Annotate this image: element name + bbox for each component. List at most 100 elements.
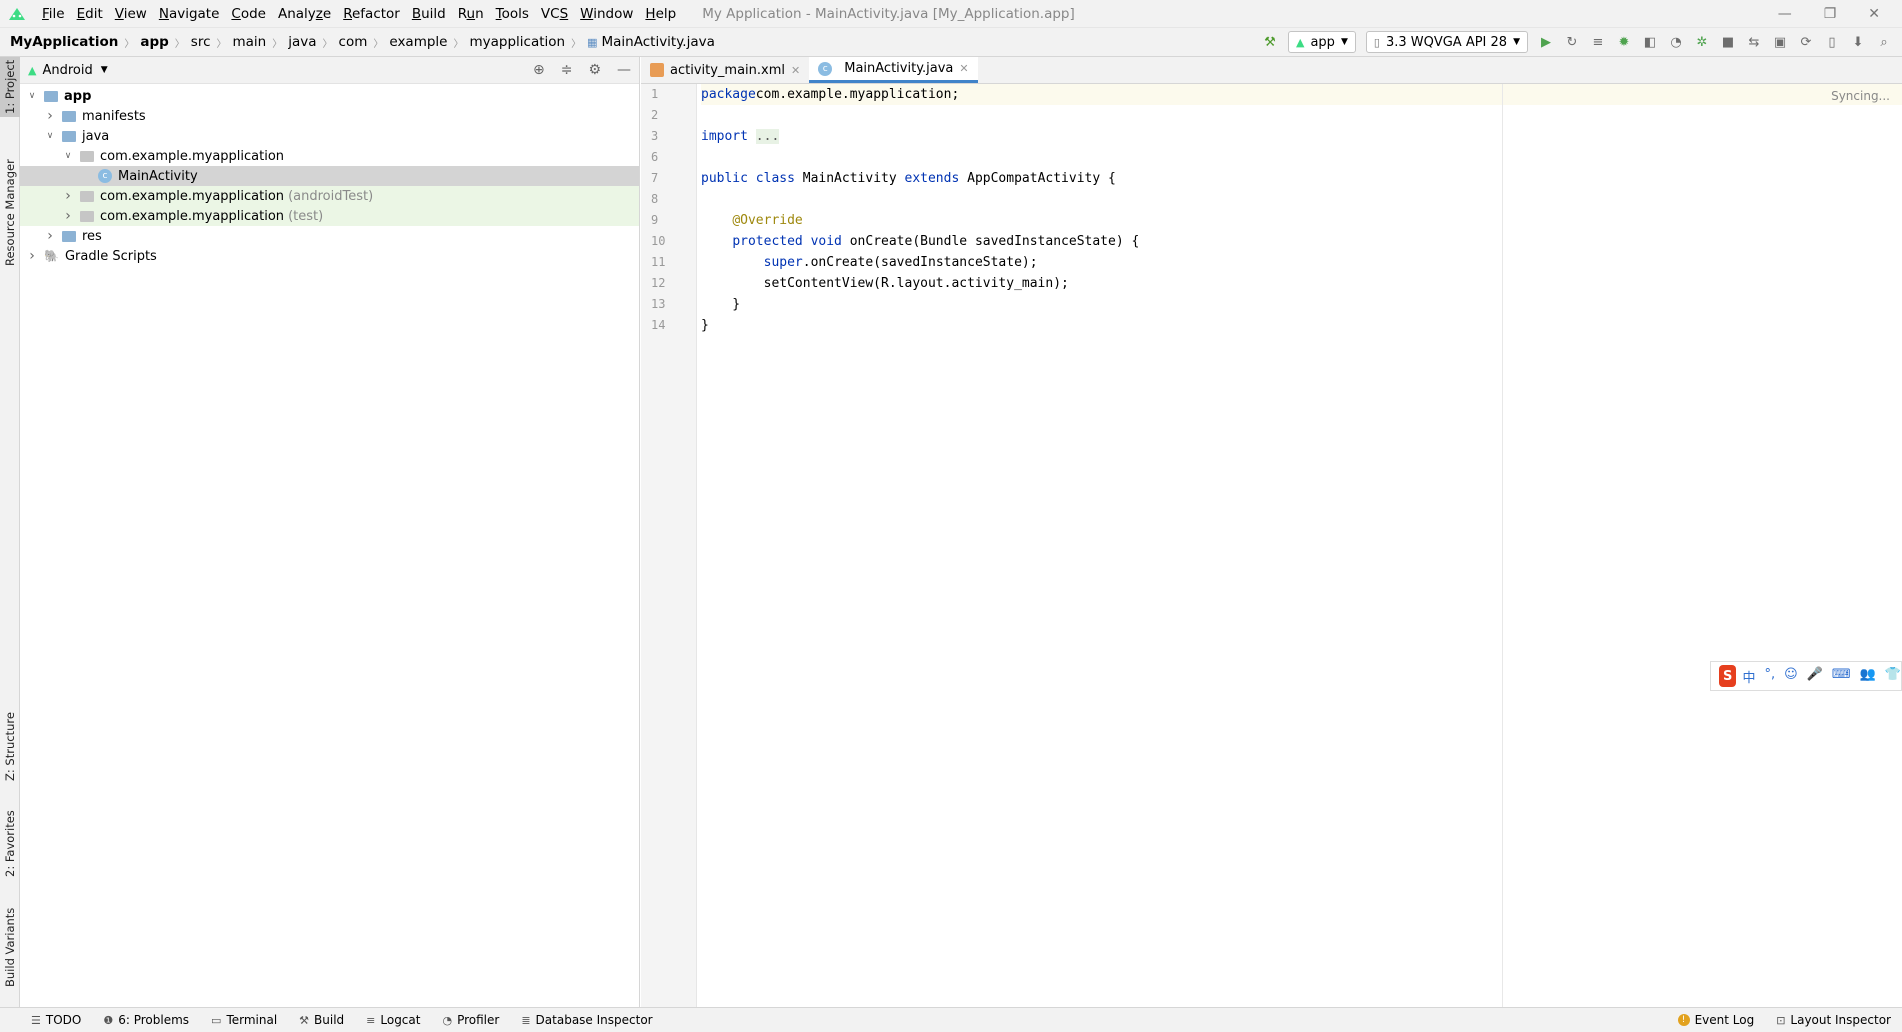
menu-build[interactable]: Build	[406, 6, 452, 22]
code-line[interactable]: super.onCreate(savedInstanceState);	[701, 252, 1902, 273]
menu-help[interactable]: Help	[639, 6, 682, 22]
chevron-right-icon[interactable]: ›	[62, 208, 74, 224]
avd-manager-icon[interactable]: ▯	[1824, 34, 1840, 50]
gradle-sync-icon[interactable]: ⟳	[1798, 34, 1814, 50]
tool-tab[interactable]: ⚒ Build	[288, 1013, 355, 1027]
editor-tab[interactable]: activity_main.xml ✕	[641, 57, 809, 83]
ime-item[interactable]: °,	[1764, 667, 1775, 686]
tree-item[interactable]: › com.example.myapplication (test)	[20, 206, 639, 226]
locate-icon[interactable]: ⊕	[533, 62, 545, 78]
debug-icon[interactable]: ✹	[1616, 34, 1632, 50]
breadcrumb-item[interactable]: main	[233, 34, 267, 50]
chevron-right-icon[interactable]: ›	[44, 108, 56, 124]
breadcrumb-item[interactable]: MyApplication	[10, 34, 118, 50]
chevron-down-icon[interactable]: ∨	[44, 131, 56, 141]
tree-item[interactable]: › 🐘 Gradle Scripts	[20, 246, 639, 266]
menu-vcs[interactable]: VCS	[535, 6, 574, 22]
close-tab-icon[interactable]: ✕	[791, 64, 800, 77]
search-everywhere-icon[interactable]: ⌕	[1876, 34, 1892, 50]
code-line[interactable]: public class MainActivity extends AppCom…	[701, 168, 1902, 189]
close-tab-icon[interactable]: ✕	[959, 62, 968, 75]
menu-navigate[interactable]: Navigate	[153, 6, 226, 22]
tool-tab[interactable]: ! Event Log	[1667, 1013, 1766, 1027]
tab-build-variants[interactable]: Build Variants	[0, 897, 20, 997]
apply-changes-icon[interactable]: ↻	[1564, 34, 1580, 50]
make-project-hammer-icon[interactable]: ⚒	[1262, 34, 1278, 50]
tool-tab[interactable]: ⊡ Layout Inspector	[1765, 1013, 1902, 1027]
tool-tab[interactable]: ☰ TODO	[20, 1013, 92, 1027]
code-line[interactable]: protected void onCreate(Bundle savedInst…	[701, 231, 1902, 252]
menu-view[interactable]: View	[109, 6, 153, 22]
profile-icon[interactable]: ◔	[1668, 34, 1684, 50]
ime-item[interactable]: ☺	[1784, 667, 1798, 686]
code-line[interactable]: setContentView(R.layout.activity_main);	[701, 273, 1902, 294]
coverage-icon[interactable]: ◧	[1642, 34, 1658, 50]
breadcrumb-item[interactable]: MainActivity.java	[602, 34, 715, 50]
tree-item[interactable]: ∨ com.example.myapplication	[20, 146, 639, 166]
gear-icon[interactable]: ⚙	[588, 62, 601, 78]
run-config-select[interactable]: ▲ app ▼	[1288, 31, 1356, 53]
code-editor[interactable]: 1 2 3 6 7 8 9 10 11 12 13 14 packagecom.example.mya…	[641, 84, 1902, 1007]
ime-item[interactable]: 中	[1742, 667, 1755, 686]
chevron-down-icon[interactable]: ▼	[101, 65, 108, 75]
project-structure-icon[interactable]: ▣	[1772, 34, 1788, 50]
tree-item[interactable]: › com.example.myapplication (androidTest)	[20, 186, 639, 206]
ime-item[interactable]: 🎤	[1807, 667, 1823, 686]
tab-favorites[interactable]: 2: Favorites	[0, 799, 20, 889]
device-select[interactable]: ▯ 3.3 WQVGA API 28 ▼	[1365, 31, 1528, 53]
menu-analyze[interactable]: Analyze	[272, 6, 337, 22]
sdk-manager-icon[interactable]: ⬇	[1850, 34, 1866, 50]
sync-project-icon[interactable]: ⇆	[1746, 34, 1762, 50]
tree-item[interactable]: ∨ app	[20, 86, 639, 106]
menu-run[interactable]: Run	[452, 6, 490, 22]
menu-window[interactable]: Window	[574, 6, 639, 22]
hide-panel-icon[interactable]: —	[617, 62, 631, 78]
stop-icon[interactable]: ■	[1720, 34, 1736, 50]
breadcrumb-item[interactable]: example	[389, 34, 447, 50]
code-line[interactable]	[701, 189, 1902, 210]
tree-item[interactable]: › res	[20, 226, 639, 246]
breadcrumb-item[interactable]: myapplication	[469, 34, 565, 50]
chevron-down-icon[interactable]: ∨	[62, 151, 74, 161]
ime-item[interactable]: ⌨	[1832, 667, 1851, 686]
restore-icon[interactable]: ❐	[1824, 6, 1837, 22]
tree-item[interactable]: › manifests	[20, 106, 639, 126]
tool-tab[interactable]: ❶ 6: Problems	[92, 1013, 200, 1027]
menu-code[interactable]: Code	[225, 6, 272, 22]
editor-tab[interactable]: c MainActivity.java ✕	[809, 57, 978, 83]
chevron-down-icon[interactable]: ∨	[26, 91, 38, 101]
menu-refactor[interactable]: Refactor	[337, 6, 406, 22]
code-line[interactable]: import ...	[701, 126, 1902, 147]
code-line[interactable]: }	[701, 315, 1902, 336]
apply-code-changes-icon[interactable]: ≡	[1590, 34, 1606, 50]
attach-debugger-icon[interactable]: ✲	[1694, 34, 1710, 50]
tool-tab[interactable]: ◔ Profiler	[431, 1013, 510, 1027]
tool-tab[interactable]: ≣ Database Inspector	[510, 1013, 663, 1027]
collapse-all-icon[interactable]: ≑	[561, 62, 573, 78]
tree-item[interactable]: ∨ java	[20, 126, 639, 146]
code-line[interactable]	[701, 105, 1902, 126]
ime-item[interactable]: 👥	[1860, 667, 1876, 686]
menu-file[interactable]: File	[36, 6, 71, 22]
tool-tab[interactable]: ▭ Terminal	[200, 1013, 288, 1027]
ime-item[interactable]: 👕	[1885, 667, 1901, 686]
code-line[interactable]: packagecom.example.myapplication;	[701, 84, 1902, 105]
tab-structure[interactable]: Z: Structure	[0, 707, 20, 787]
breadcrumb-item[interactable]: app	[140, 34, 168, 50]
minimize-icon[interactable]: —	[1778, 6, 1792, 22]
breadcrumb-item[interactable]: src	[191, 34, 211, 50]
sogou-logo-icon[interactable]: S	[1719, 665, 1737, 687]
chevron-right-icon[interactable]: ›	[62, 188, 74, 204]
chevron-right-icon[interactable]: ›	[44, 228, 56, 244]
code-line[interactable]	[701, 147, 1902, 168]
breadcrumb-item[interactable]: java	[288, 34, 316, 50]
close-window-icon[interactable]: ✕	[1868, 6, 1880, 22]
tool-tab[interactable]: ≡ Logcat	[355, 1013, 431, 1027]
tree-item[interactable]: c MainActivity	[20, 166, 639, 186]
run-icon[interactable]: ▶	[1538, 34, 1554, 50]
tab-project[interactable]: 1: Project	[0, 57, 20, 117]
breadcrumb-item[interactable]: com	[339, 34, 368, 50]
project-view-select[interactable]: Android	[42, 63, 92, 78]
folded-imports[interactable]: ...	[755, 129, 780, 144]
tab-resource-manager[interactable]: Resource Manager	[0, 153, 20, 273]
